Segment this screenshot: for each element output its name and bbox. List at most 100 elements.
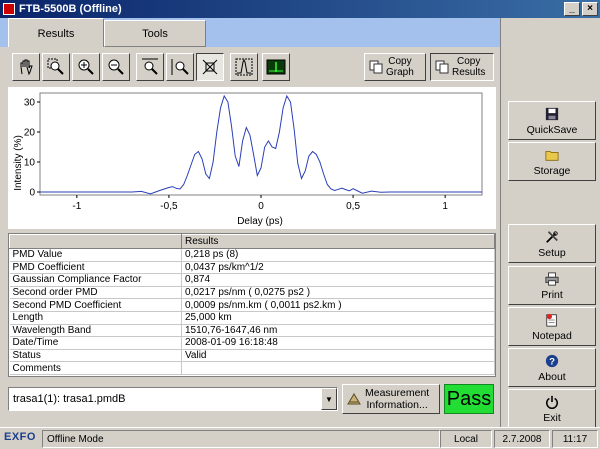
- measurement-select[interactable]: trasa1(1): trasa1.pmdB ▼: [8, 387, 338, 411]
- about-label: About: [538, 370, 566, 383]
- series-line: [40, 94, 482, 195]
- column-header-name: [9, 234, 182, 249]
- window-title: FTB-5500B (Offline): [19, 3, 122, 15]
- copy-results-label-1: Copy: [457, 56, 481, 67]
- result-value-cell: Valid: [181, 349, 495, 363]
- table-row[interactable]: Comments: [9, 361, 495, 375]
- notepad-label: Notepad: [532, 329, 572, 342]
- exfo-logo: EXFO: [4, 431, 36, 443]
- measurement-information-button[interactable]: Measurement Information...: [342, 384, 440, 414]
- result-name-cell: Length: [9, 311, 182, 325]
- storage-button[interactable]: Storage: [508, 142, 596, 181]
- close-button[interactable]: ×: [582, 2, 598, 16]
- table-row[interactable]: Date/Time 2008-01-09 16:18:48: [9, 336, 495, 350]
- y-axis-label: Intensity (%): [13, 135, 24, 191]
- result-name-cell: Second order PMD: [9, 286, 182, 300]
- x-tick-label: -1: [72, 201, 81, 212]
- result-value-cell: 2008-01-09 16:18:48: [181, 336, 495, 350]
- zoom-in-button[interactable]: [72, 53, 100, 81]
- zoom-fit-button[interactable]: [196, 53, 224, 81]
- x-tick-label: 0: [258, 201, 264, 212]
- svg-text:?: ?: [549, 356, 555, 367]
- table-row[interactable]: Gaussian Compliance Factor 0,874: [9, 273, 495, 287]
- copy-icon: [369, 60, 383, 74]
- x-tick-label: -0,5: [160, 201, 178, 212]
- result-name-cell: Comments: [9, 361, 182, 375]
- table-row[interactable]: Second PMD Coefficient 0,0009 ps/nm.km ( …: [9, 298, 495, 312]
- result-name-cell: PMD Value: [9, 248, 182, 262]
- measurement-info-icon: [347, 393, 361, 405]
- mode-status: Offline Mode: [42, 430, 440, 448]
- zoom-vertical-button[interactable]: [166, 53, 194, 81]
- pass-verdict: Pass: [444, 384, 494, 414]
- copy-graph-label-2: Graph: [386, 67, 414, 78]
- setup-button[interactable]: Setup: [508, 224, 596, 263]
- y-tick-label: 20: [24, 128, 36, 139]
- date-status: 2.7.2008: [494, 430, 550, 448]
- zoom-in-icon: [78, 59, 94, 75]
- zoom-horizontal-button[interactable]: [136, 53, 164, 81]
- about-button[interactable]: ? About: [508, 348, 596, 387]
- plot-frame: [39, 92, 483, 196]
- x-axis-label: Delay (ps): [237, 216, 283, 227]
- result-value-cell: [181, 361, 495, 375]
- storage-label: Storage: [533, 164, 571, 177]
- table-row[interactable]: PMD Coefficient 0,0437 ps/km^1/2: [9, 261, 495, 275]
- copy-results-label-2: Results: [452, 67, 486, 78]
- column-header-results: Results: [181, 234, 495, 249]
- copy-results-button[interactable]: Copy Results: [430, 53, 494, 81]
- app-icon: [3, 3, 15, 15]
- tab-tools[interactable]: Tools: [104, 20, 206, 47]
- result-name-cell: PMD Coefficient: [9, 261, 182, 275]
- table-row[interactable]: Wavelength Band 1510,76-1647,46 nm: [9, 324, 495, 338]
- folder-icon: [544, 147, 560, 163]
- power-icon: [544, 394, 560, 410]
- table-row[interactable]: Status Valid: [9, 349, 495, 363]
- quicksave-button[interactable]: QuickSave: [508, 101, 596, 140]
- time-status: 11:17: [552, 430, 598, 448]
- exit-button[interactable]: Exit: [508, 389, 596, 428]
- result-name-cell: Wavelength Band: [9, 324, 182, 338]
- measurement-select-value: trasa1(1): trasa1.pmdB: [13, 393, 126, 405]
- result-value-cell: 0,874: [181, 273, 495, 287]
- setup-label: Setup: [538, 246, 566, 259]
- location-status: Local: [440, 430, 492, 448]
- measurement-bar: trasa1(1): trasa1.pmdB ▼ Measurement Info…: [8, 384, 498, 416]
- zoom-out-icon: [108, 59, 124, 75]
- floppy-icon: [544, 106, 560, 122]
- result-name-cell: Status: [9, 349, 182, 363]
- measurement-info-label-2: Information...: [366, 399, 428, 411]
- graph-toolbar: Copy Graph Copy Results: [8, 53, 498, 83]
- y-tick-label: 30: [24, 98, 36, 109]
- notepad-button[interactable]: Notepad: [508, 307, 596, 346]
- copy-icon: [435, 60, 449, 74]
- result-name-cell: Second PMD Coefficient: [9, 298, 182, 312]
- zoom-area-button[interactable]: [42, 53, 70, 81]
- minimize-button[interactable]: _: [564, 2, 580, 16]
- hand-icon: [20, 59, 33, 76]
- results-table: Results PMD Value 0,218 ps (8) PMD Coeffic…: [8, 233, 496, 377]
- printer-icon: [544, 271, 560, 287]
- quicksave-label: QuickSave: [526, 123, 578, 136]
- title-bar: FTB-5500B (Offline) _ ×: [0, 0, 600, 18]
- zoom-out-button[interactable]: [102, 53, 130, 81]
- copy-graph-button[interactable]: Copy Graph: [364, 53, 426, 81]
- table-row[interactable]: PMD Value 0,218 ps (8): [9, 248, 495, 262]
- result-value-cell: 0,0009 ps/nm.km ( 0,0011 ps2.km ): [181, 298, 495, 312]
- dropdown-arrow-icon[interactable]: ▼: [321, 388, 337, 410]
- result-value-cell: 25,000 km: [181, 311, 495, 325]
- table-row[interactable]: Second order PMD 0,0217 ps/nm ( 0,0275 ps…: [9, 286, 495, 300]
- result-value-cell: 0,218 ps (8): [181, 248, 495, 262]
- zoom-area-icon: [47, 58, 64, 75]
- peak-marker-button[interactable]: [230, 53, 258, 81]
- print-button[interactable]: Print: [508, 266, 596, 305]
- trace-view-icon: [266, 59, 286, 75]
- pan-button[interactable]: [12, 53, 40, 81]
- result-name-cell: Date/Time: [9, 336, 182, 350]
- side-panel: QuickSave Storage Setup Print Notepad ? …: [500, 18, 600, 428]
- results-panel: Copy Graph Copy Results 0 10 20 30 -1 -0,5 0 0,5 1…: [0, 47, 500, 427]
- trace-view-button[interactable]: [262, 53, 290, 81]
- tab-results[interactable]: Results: [8, 18, 104, 48]
- table-row[interactable]: Length 25,000 km: [9, 311, 495, 325]
- pmd-graph[interactable]: 0 10 20 30 -1 -0,5 0 0,5 1 Intensity (%) Delay (…: [8, 87, 496, 229]
